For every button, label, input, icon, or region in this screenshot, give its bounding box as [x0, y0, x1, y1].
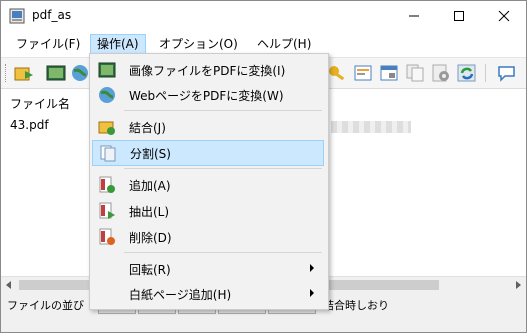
list-item[interactable]: 43.pdf	[10, 118, 49, 132]
maximize-icon	[453, 11, 464, 21]
edit-icon[interactable]	[352, 63, 374, 83]
menu-item-web-to-pdf[interactable]: WebページをPDFに変換(W)	[92, 83, 324, 107]
app-icon	[9, 8, 25, 24]
menu-item-rotate[interactable]: 回転(R)	[92, 257, 324, 281]
menu-bar: ファイル(F) 操作(A) オプション(O) ヘルプ(H)	[1, 33, 526, 55]
close-button[interactable]	[481, 1, 526, 31]
minimize-button[interactable]	[391, 1, 436, 31]
sort-order-label: ファイルの並び	[7, 299, 84, 312]
menu-separator	[124, 110, 322, 111]
add-page-icon	[99, 176, 115, 193]
folder-add-icon	[98, 121, 115, 135]
bottom-strip	[1, 315, 526, 332]
column-header-filename[interactable]: ファイル名	[10, 95, 70, 112]
menu-item-add-blank-page[interactable]: 白紙ページ追加(H)	[92, 282, 324, 306]
blurred-content	[331, 121, 411, 133]
toolbar-grip	[5, 64, 8, 82]
image-icon	[98, 62, 116, 78]
image-icon[interactable]	[45, 63, 67, 83]
web-icon[interactable]	[69, 63, 91, 83]
title-bar: pdf_as	[1, 1, 526, 31]
menu-item-extract[interactable]: 抽出(L)	[92, 199, 324, 223]
window-title: pdf_as	[32, 8, 72, 22]
split-pages-icon	[100, 145, 116, 162]
menu-file[interactable]: ファイル(F)	[10, 35, 86, 54]
submenu-arrow-icon	[310, 264, 314, 272]
close-icon	[498, 10, 509, 22]
menu-item-split[interactable]: 分割(S)	[92, 140, 324, 166]
menu-item-image-to-pdf[interactable]: 画像ファイルをPDFに変換(I)	[92, 58, 324, 82]
menu-item-merge[interactable]: 結合(J)	[92, 115, 324, 139]
bookmark-on-merge-label: 結合時しおり	[323, 299, 389, 312]
minimize-icon	[408, 15, 419, 17]
submenu-arrow-icon	[310, 289, 314, 297]
page-settings-icon[interactable]	[378, 63, 400, 83]
menu-item-delete[interactable]: 削除(D)	[92, 225, 324, 249]
refresh-icon[interactable]	[456, 63, 478, 83]
maximize-button[interactable]	[436, 1, 481, 31]
globe-icon	[99, 87, 115, 103]
open-icon[interactable]	[13, 63, 35, 83]
delete-page-icon	[99, 228, 115, 245]
menu-help[interactable]: ヘルプ(H)	[251, 35, 317, 54]
key-icon[interactable]	[326, 63, 348, 83]
menu-separator	[124, 252, 322, 253]
comment-icon[interactable]	[496, 63, 518, 83]
gear-icon[interactable]	[430, 63, 452, 83]
copy-icon[interactable]	[404, 63, 426, 83]
toolbar-separator	[485, 64, 486, 82]
menu-item-add[interactable]: 追加(A)	[92, 173, 324, 197]
menu-separator	[124, 168, 322, 169]
menu-operation[interactable]: 操作(A)	[90, 34, 146, 55]
menu-options[interactable]: オプション(O)	[153, 35, 244, 54]
operation-dropdown-menu: 画像ファイルをPDFに変換(I) WebページをPDFに変換(W) 結合(J) …	[89, 53, 329, 310]
extract-page-icon	[99, 202, 115, 219]
scroll-left-icon[interactable]	[5, 281, 13, 289]
scroll-right-icon[interactable]	[514, 281, 522, 289]
